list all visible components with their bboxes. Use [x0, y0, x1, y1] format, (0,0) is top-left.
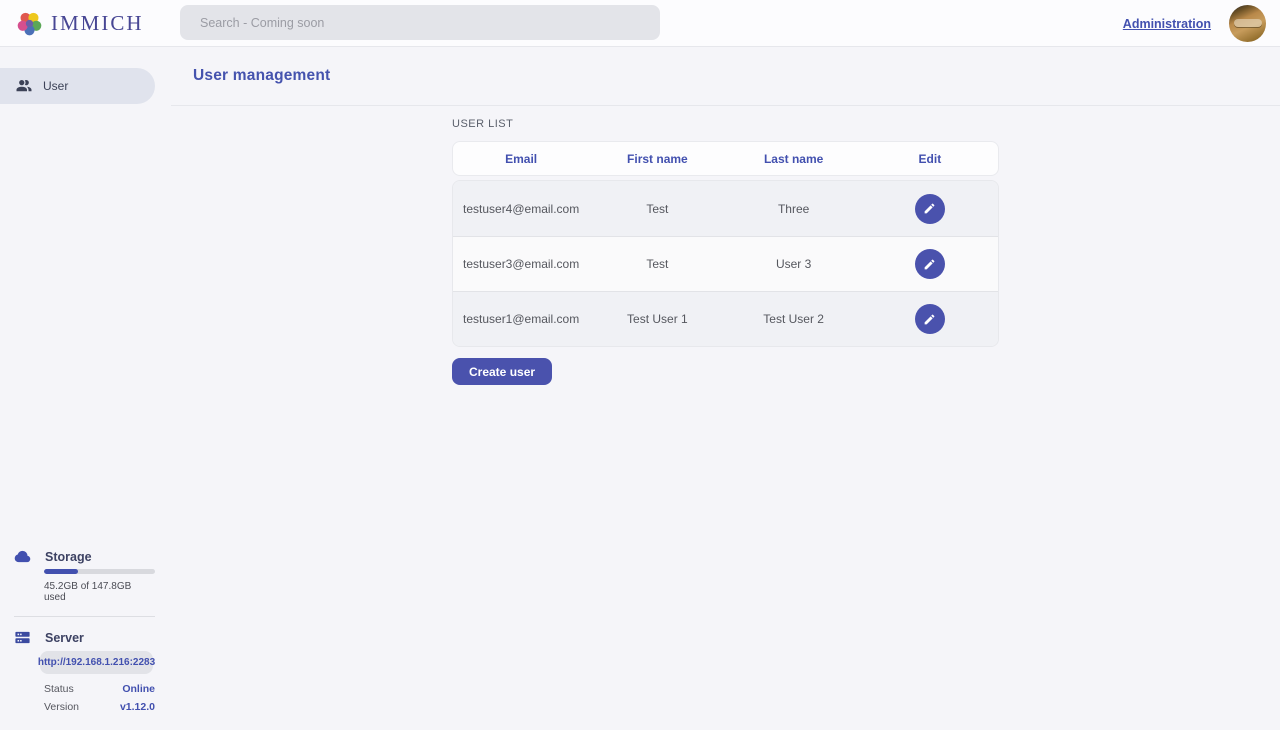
column-header-email: Email	[453, 152, 589, 166]
storage-title: Storage	[45, 550, 92, 564]
app-header: IMMICH Administration	[0, 0, 1280, 47]
section-label: USER LIST	[452, 118, 999, 130]
table-header: Email First name Last name Edit	[452, 141, 999, 176]
pencil-icon	[923, 202, 936, 215]
users-icon	[15, 77, 33, 95]
cell-first-name: Test User 1	[589, 312, 725, 326]
page-title: User management	[193, 67, 330, 85]
pencil-icon	[923, 313, 936, 326]
cell-email: testuser4@email.com	[453, 202, 589, 216]
sidebar-divider	[14, 616, 155, 617]
user-list-section: USER LIST Email First name Last name Edi…	[452, 118, 999, 385]
storage-section-header: Storage	[0, 548, 155, 565]
status-label: Status	[44, 683, 74, 695]
admin-sidebar: User Storage 45.2GB of 147.8GB used	[0, 47, 155, 730]
pencil-icon	[923, 258, 936, 271]
server-version-row: Version v1.12.0	[44, 701, 155, 713]
version-value: v1.12.0	[120, 701, 155, 713]
storage-progress-bar	[44, 569, 155, 574]
immich-flower-icon	[16, 10, 43, 37]
cell-first-name: Test	[589, 202, 725, 216]
logo-text: IMMICH	[51, 11, 144, 36]
cloud-icon	[14, 548, 31, 565]
edit-user-button[interactable]	[915, 249, 945, 279]
cell-first-name: Test	[589, 257, 725, 271]
cell-last-name: User 3	[726, 257, 862, 271]
server-section-header: Server	[0, 629, 155, 646]
page-header: User management	[171, 47, 1280, 106]
version-label: Version	[44, 701, 79, 713]
sidebar-item-label: User	[43, 79, 68, 93]
sidebar-item-user[interactable]: User	[0, 68, 155, 104]
status-value: Online	[122, 683, 155, 695]
column-header-last-name: Last name	[726, 152, 862, 166]
storage-progress-fill	[44, 569, 78, 574]
storage-usage-text: 45.2GB of 147.8GB used	[44, 581, 155, 603]
table-row: testuser1@email.com Test User 1 Test Use…	[453, 291, 998, 346]
column-header-first-name: First name	[589, 152, 725, 166]
edit-user-button[interactable]	[915, 194, 945, 224]
search-bar	[180, 5, 660, 40]
column-header-edit: Edit	[862, 152, 998, 166]
user-table: testuser4@email.com Test Three testuser3…	[452, 180, 999, 347]
immich-logo: IMMICH	[16, 10, 144, 37]
sidebar-footer: Storage 45.2GB of 147.8GB used Server ht…	[0, 548, 155, 730]
server-status-row: Status Online	[44, 683, 155, 695]
administration-link[interactable]: Administration	[1123, 17, 1211, 31]
main-area: User management USER LIST Email First na…	[155, 47, 1280, 730]
search-input[interactable]	[180, 5, 660, 40]
edit-user-button[interactable]	[915, 304, 945, 334]
cell-email: testuser3@email.com	[453, 257, 589, 271]
cell-last-name: Three	[726, 202, 862, 216]
cell-last-name: Test User 2	[726, 312, 862, 326]
cell-email: testuser1@email.com	[453, 312, 589, 326]
user-avatar[interactable]	[1229, 5, 1266, 42]
create-user-button[interactable]: Create user	[452, 358, 552, 385]
table-row: testuser3@email.com Test User 3	[453, 236, 998, 291]
server-url-chip: http://192.168.1.216:2283	[40, 651, 153, 674]
table-row: testuser4@email.com Test Three	[453, 181, 998, 236]
server-title: Server	[45, 631, 84, 645]
server-icon	[14, 629, 31, 646]
